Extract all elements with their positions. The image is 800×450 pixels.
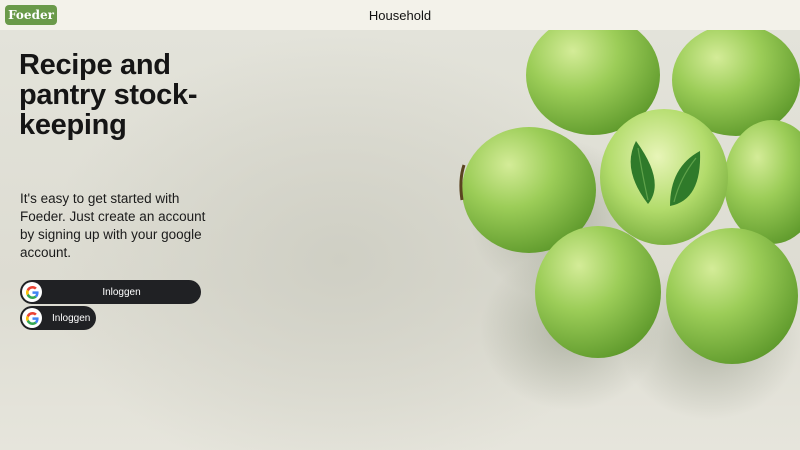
google-signin-label: Inloggen bbox=[102, 286, 141, 298]
household-title: Household bbox=[368, 7, 432, 23]
google-icon bbox=[22, 282, 42, 302]
hero-intro-text: It's easy to get started with Foeder. Ju… bbox=[20, 191, 206, 260]
green-apples-image bbox=[459, 30, 800, 420]
app-logo[interactable]: Foeder bbox=[5, 5, 57, 25]
hero-headline: Recipe and pantry stock-keeping bbox=[19, 49, 198, 141]
top-bar: Foeder Household bbox=[0, 0, 800, 30]
google-signin-button-small[interactable]: Inloggen bbox=[20, 306, 96, 330]
hero-section: Recipe and pantry stock-keeping It's eas… bbox=[0, 30, 800, 450]
google-signin-label: Inloggen bbox=[52, 312, 91, 324]
google-signin-button-wide[interactable]: Inloggen bbox=[20, 280, 201, 304]
google-icon bbox=[22, 308, 42, 328]
